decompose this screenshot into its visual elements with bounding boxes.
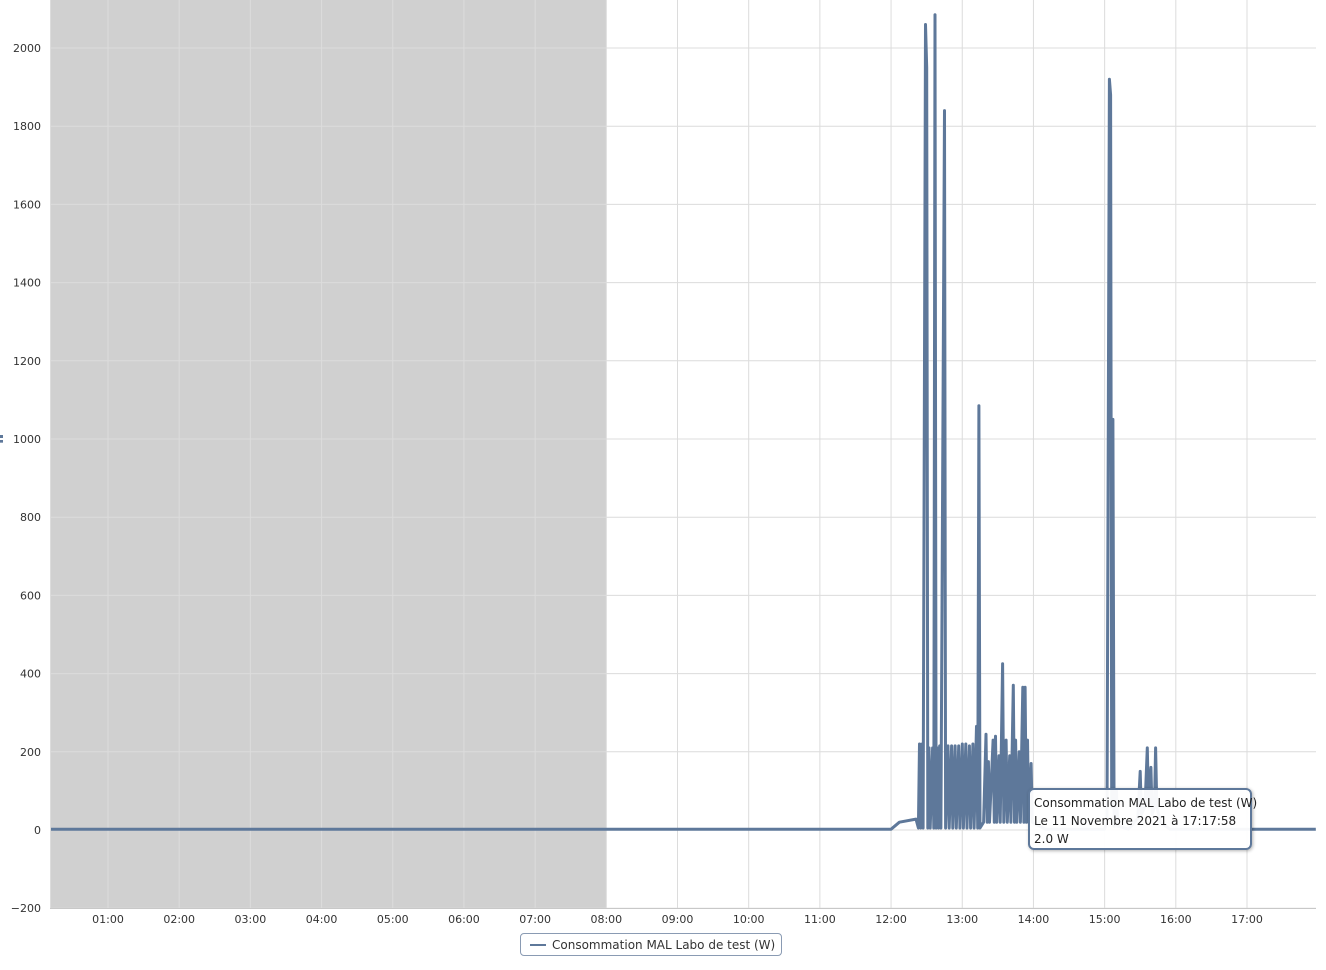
tooltip-value: 2.0 W [1034,832,1069,846]
legend-label: Consommation MAL Labo de test (W) [552,937,776,952]
x-tick-label: 08:00 [590,913,622,926]
y-tick-label: 200 [20,746,41,759]
legend-item[interactable]: Consommation MAL Labo de test (W) [520,933,782,956]
tooltip-timestamp: Le 11 Novembre 2021 à 17:17:58 [1034,814,1237,828]
x-tick-label: 02:00 [163,913,195,926]
y-axis-title-marker [0,435,7,443]
x-tick-label: 11:00 [804,913,836,926]
y-tick-label: 1600 [13,198,41,211]
x-tick-label: 04:00 [306,913,338,926]
y-tick-label: 400 [20,668,41,681]
y-tick-label: 1800 [13,120,41,133]
y-tick-label: 1000 [13,433,41,446]
y-tick-label: 600 [20,589,41,602]
x-tick-label: 15:00 [1089,913,1121,926]
x-tick-label: 14:00 [1018,913,1050,926]
plot-band [50,0,607,908]
y-tick-label: 1200 [13,355,41,368]
x-tick-label: 01:00 [92,913,124,926]
x-tick-label: 07:00 [519,913,551,926]
legend-swatch [530,943,546,946]
y-tick-label: 1400 [13,277,41,290]
y-tick-label: −200 [11,902,41,915]
x-tick-label: 12:00 [875,913,907,926]
x-tick-label: 16:00 [1160,913,1192,926]
y-tick-label: 800 [20,511,41,524]
x-tick-label: 05:00 [377,913,409,926]
y-tick-label: 2000 [13,42,41,55]
tooltip-series-name: Consommation MAL Labo de test (W) [1034,796,1258,810]
x-tick-label: 03:00 [235,913,267,926]
x-tick-label: 06:00 [448,913,480,926]
data-tooltip: Consommation MAL Labo de test (W) Le 11 … [1028,788,1258,850]
x-tick-label: 10:00 [733,913,765,926]
plot-band-layer [50,0,607,908]
x-tick-label: 09:00 [662,913,694,926]
y-tick-label: 0 [34,824,41,837]
x-tick-label: 13:00 [946,913,978,926]
x-tick-label: 17:00 [1231,913,1263,926]
